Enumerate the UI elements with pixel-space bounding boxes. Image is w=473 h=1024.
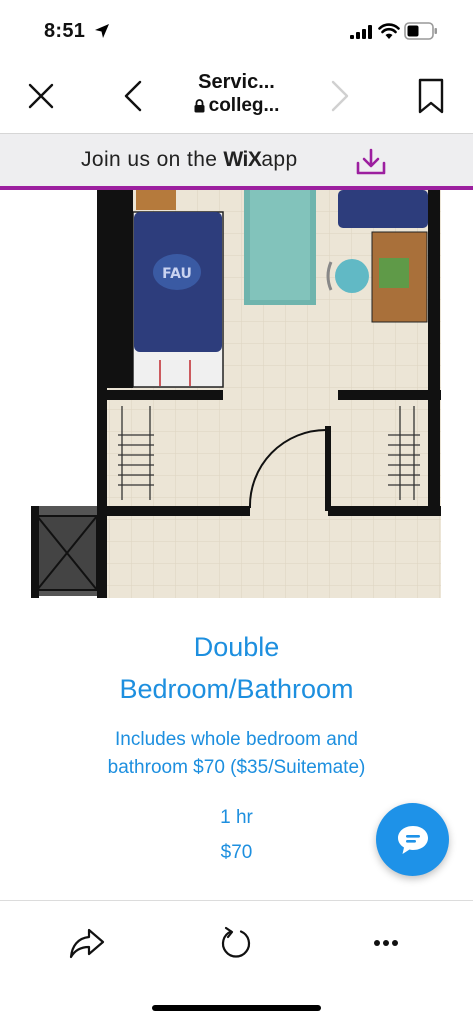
service-description-line1: Includes whole bedroom and	[115, 729, 358, 750]
page-title-area: Servic... colleg...	[160, 70, 313, 118]
bookmark-icon	[418, 78, 444, 114]
wifi-icon	[378, 23, 400, 39]
status-bar: 8:51	[0, 0, 473, 62]
wix-banner-text: Join us on the WiXapp	[81, 148, 298, 172]
more-button[interactable]	[364, 921, 408, 965]
back-button[interactable]	[111, 74, 155, 118]
reload-button[interactable]	[214, 921, 258, 965]
page-url: colleg...	[208, 95, 280, 116]
lock-icon	[194, 99, 205, 113]
wix-app-banner[interactable]: Join us on the WiXapp	[0, 134, 473, 190]
bookmark-button[interactable]	[409, 74, 453, 118]
svg-text:FAU: FAU	[162, 266, 192, 282]
back-icon	[124, 80, 142, 112]
reload-icon	[221, 926, 251, 958]
wix-logo: WiX	[223, 148, 262, 171]
page-title: Servic...	[198, 71, 275, 93]
browser-nav-bar: Servic... colleg...	[0, 62, 473, 134]
battery-icon	[404, 22, 437, 40]
wix-banner-suffix: app	[261, 148, 298, 171]
floor-plan-image: FAU	[0, 190, 473, 598]
more-icon	[374, 940, 398, 946]
close-icon	[28, 83, 54, 109]
home-indicator	[152, 1005, 321, 1011]
status-time: 8:51	[44, 20, 86, 42]
service-description: Includes whole bedroom and bathroom $70 …	[0, 726, 473, 782]
chat-bubble-icon	[397, 825, 428, 854]
chat-button[interactable]	[376, 803, 449, 876]
forward-icon	[331, 80, 349, 112]
location-arrow-icon	[95, 24, 109, 38]
close-button[interactable]	[19, 74, 63, 118]
forward-button[interactable]	[318, 74, 362, 118]
cellular-signal-icon	[350, 25, 372, 39]
download-icon[interactable]	[355, 148, 387, 176]
share-icon	[69, 928, 105, 959]
service-name-line1: Double	[193, 632, 280, 662]
wix-banner-prefix: Join us on the	[81, 148, 218, 171]
service-description-line2: bathroom $70 ($35/Suitemate)	[107, 757, 366, 778]
service-name-line2: Bedroom/Bathroom	[119, 674, 354, 704]
service-name: Double Bedroom/Bathroom	[0, 626, 473, 710]
share-button[interactable]	[65, 921, 109, 965]
